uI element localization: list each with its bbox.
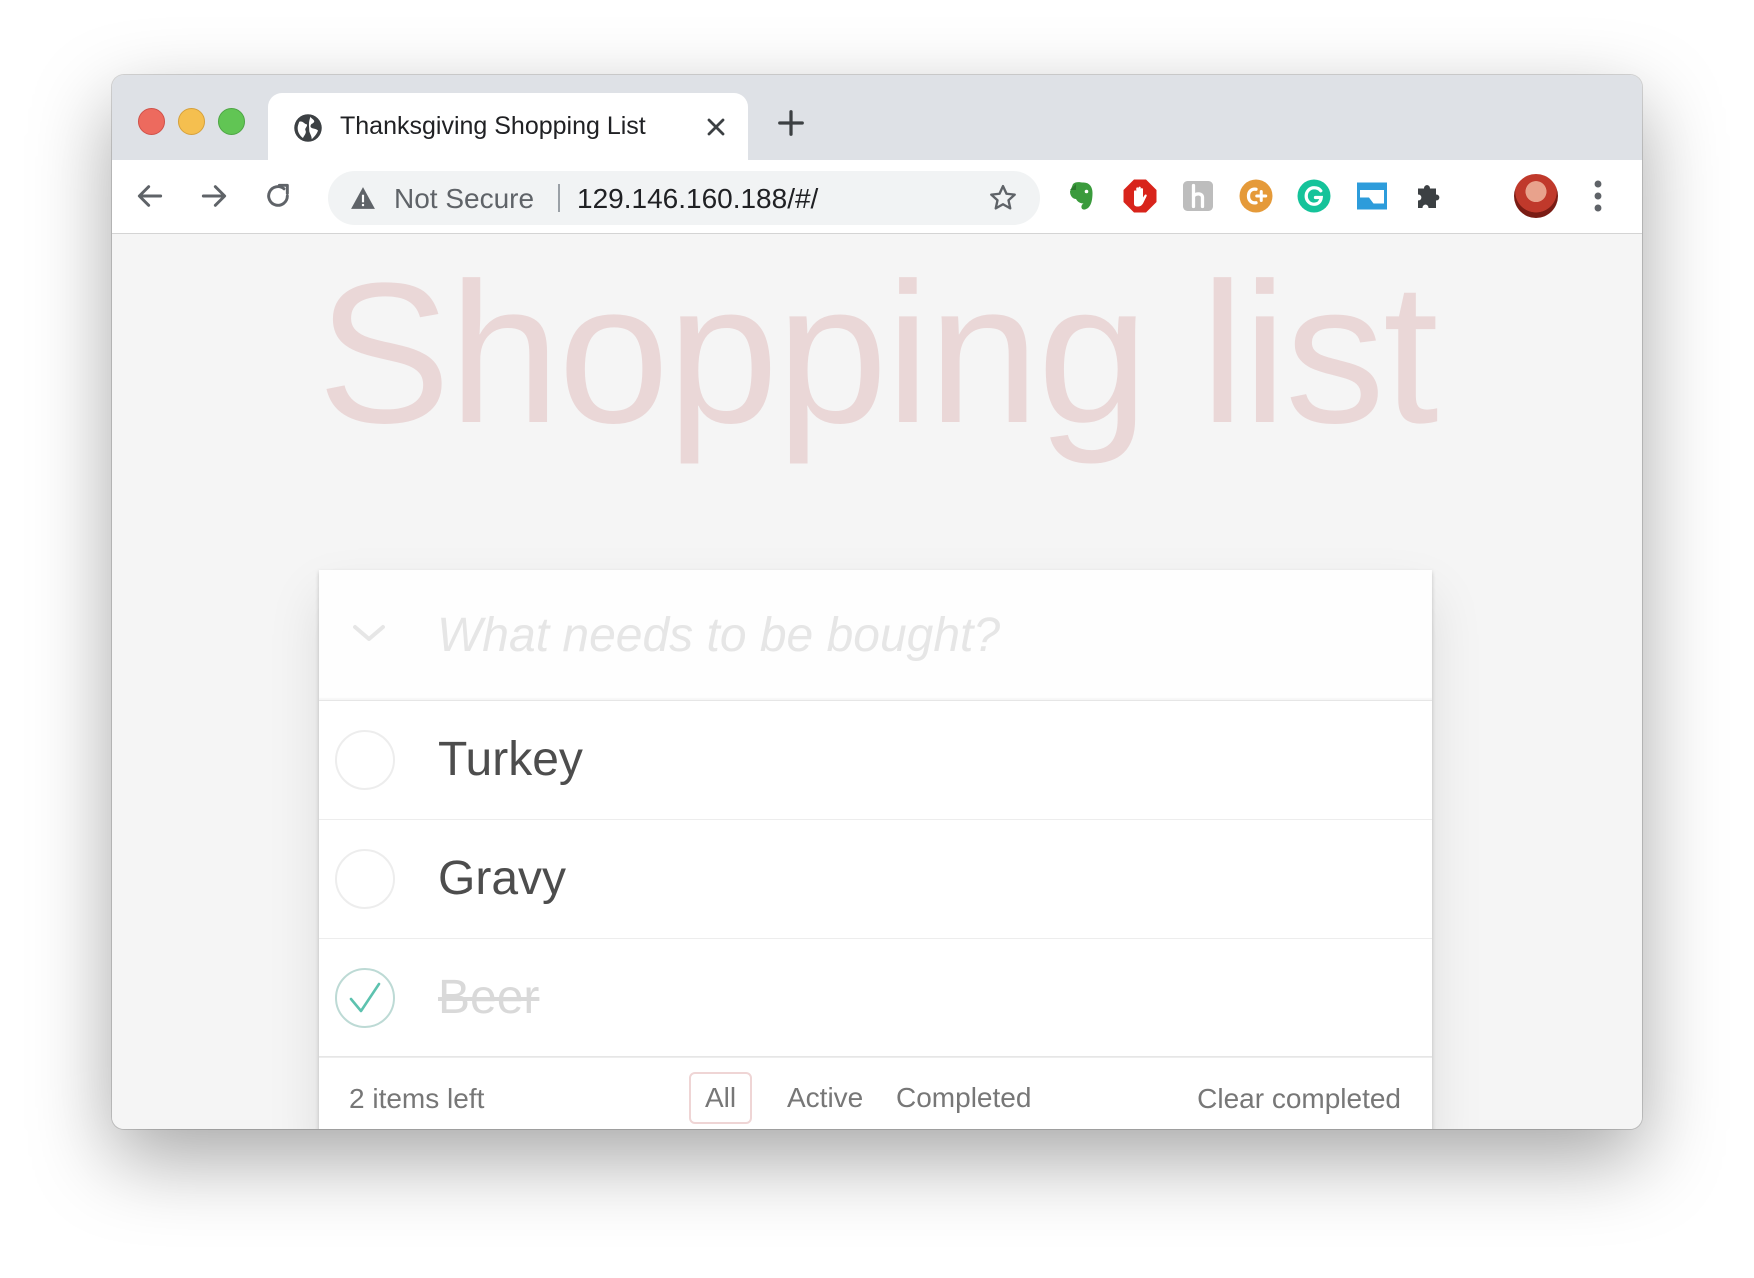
tab-strip: Thanksgiving Shopping List [112,75,1642,160]
filter-completed[interactable]: Completed [880,1072,1047,1124]
window-icon[interactable] [1354,178,1390,214]
evernote-icon[interactable] [1064,178,1100,214]
tab-title: Thanksgiving Shopping List [340,112,646,140]
new-item-header [319,570,1432,701]
minimize-window-button[interactable] [178,108,205,135]
clear-completed-button[interactable]: Clear completed [1197,1083,1401,1115]
reload-icon[interactable] [262,180,294,212]
honey-icon[interactable] [1180,178,1216,214]
filter-all[interactable]: All [689,1072,753,1124]
list-item[interactable]: Gravy [319,820,1432,939]
address-separator [558,184,560,212]
filter-active[interactable]: Active [771,1072,879,1124]
app-title: Shopping list [317,242,1438,465]
browser-toolbar: Not Secure 129.146.160.188/#/ [112,160,1642,234]
list-item[interactable]: Beer [319,939,1432,1058]
grammarly-icon[interactable] [1296,178,1332,214]
puzzle-icon[interactable] [1412,178,1448,214]
item-label[interactable]: Gravy [438,850,566,908]
new-tab-icon[interactable] [776,108,806,138]
unchecked-circle-icon[interactable] [334,848,396,910]
item-label[interactable]: Turkey [438,731,583,789]
back-arrow-icon[interactable] [134,180,166,212]
browser-window: Thanksgiving Shopping List Not Secure 12… [112,75,1642,1129]
active-tab[interactable]: Thanksgiving Shopping List [268,93,748,160]
close-tab-icon[interactable] [702,113,730,141]
coupon-icon[interactable] [1238,178,1274,214]
globe-icon [294,114,322,142]
forward-arrow-icon[interactable] [198,180,230,212]
checked-circle-icon[interactable] [334,967,396,1029]
adblock-icon[interactable] [1122,178,1158,214]
address-bar[interactable]: Not Secure 129.146.160.188/#/ [328,171,1040,225]
profile-avatar[interactable] [1514,174,1558,218]
new-item-input[interactable] [437,592,1397,678]
menu-dots-icon[interactable] [1590,178,1606,214]
list-item[interactable]: Turkey [319,701,1432,820]
bookmark-star-icon[interactable] [988,183,1018,213]
items-left-count: 2 items left [349,1083,485,1114]
list-footer: 2 items left All Active Completed Clear … [319,1056,1432,1129]
shopping-list-panel: Turkey Gravy Beer 2 items lef [319,570,1432,1129]
close-window-button[interactable] [138,108,165,135]
security-label[interactable]: Not Secure [394,183,534,215]
url-text[interactable]: 129.146.160.188/#/ [577,183,818,215]
item-list: Turkey Gravy Beer [319,701,1432,1058]
chevron-down-icon[interactable] [349,618,389,648]
unchecked-circle-icon[interactable] [334,729,396,791]
item-label[interactable]: Beer [438,969,539,1027]
maximize-window-button[interactable] [218,108,245,135]
warning-icon[interactable] [350,186,376,210]
page-content: Shopping list Turkey [112,234,1642,1129]
